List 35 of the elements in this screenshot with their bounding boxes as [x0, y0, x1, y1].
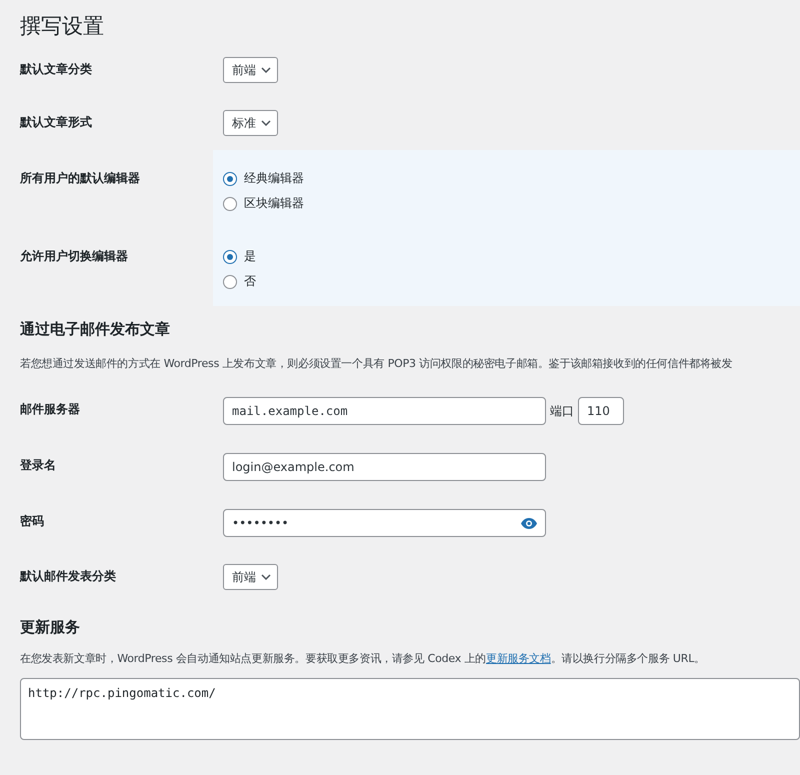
section-description: 在您发表新文章时，WordPress 会自动通知站点更新服务。要获取更多资讯，请参见 Codex 上的更新服务文档。请以换行分隔多个服务 URL。: [20, 651, 706, 666]
radio-label: 是: [244, 248, 256, 265]
radio-button[interactable]: [223, 196, 237, 210]
dropdown[interactable]: 标准: [223, 110, 278, 136]
setting-label: 所有用户的默认编辑器: [20, 170, 141, 187]
setting-label: 默认邮件发表分类: [20, 568, 117, 585]
input-field[interactable]: mail.example.com: [223, 397, 546, 425]
services-textarea[interactable]: http://rpc.pingomatic.com/: [20, 678, 800, 740]
section-heading: 更新服务: [20, 618, 81, 637]
section-heading: 通过电子邮件发布文章: [20, 320, 171, 339]
password-field[interactable]: ••••••••: [223, 509, 546, 537]
setting-label: 登录名: [20, 457, 57, 474]
port-field[interactable]: 110: [578, 397, 624, 425]
setting-label: 密码: [20, 513, 45, 530]
chevron-down-icon: [261, 120, 271, 126]
setting-label: 默认文章分类: [20, 61, 93, 78]
setting-label: 默认文章形式: [20, 114, 93, 131]
dropdown[interactable]: 前端: [223, 564, 278, 590]
radio-label: 否: [244, 273, 256, 290]
page-title: 撰写设置: [20, 13, 105, 40]
radio-label: 区块编辑器: [244, 195, 304, 212]
radio-label: 经典编辑器: [244, 170, 304, 187]
radio-button[interactable]: [223, 250, 237, 264]
dropdown[interactable]: 前端: [223, 57, 278, 83]
docs-link[interactable]: 更新服务文档: [486, 652, 551, 665]
radio-button[interactable]: [223, 274, 237, 288]
setting-label: 允许用户切换编辑器: [20, 248, 129, 265]
input-field[interactable]: login@example.com: [223, 453, 546, 481]
setting-label: 邮件服务器: [20, 401, 81, 418]
port-label: 端口: [550, 402, 574, 420]
section-description: 若您想通过发送邮件的方式在 WordPress 上发布文章，则必须设置一个具有 POP3 访问权限的秘密电子邮箱。鉴于该邮箱接收到的任何信件都将被发: [20, 356, 734, 371]
eye-icon[interactable]: [521, 518, 537, 528]
chevron-down-icon: [261, 574, 271, 580]
chevron-down-icon: [261, 67, 271, 73]
radio-button[interactable]: [223, 172, 237, 186]
